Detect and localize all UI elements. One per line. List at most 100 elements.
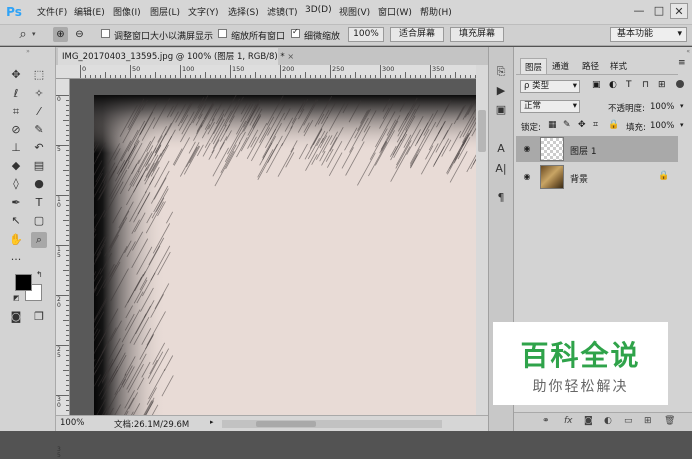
- marquee-tool-icon[interactable]: ⬚: [31, 67, 47, 83]
- filter-toggle-icon[interactable]: [676, 80, 684, 88]
- eyedropper-tool-icon[interactable]: ⁄: [31, 104, 47, 120]
- move-tool-icon[interactable]: ✥: [8, 67, 24, 83]
- eraser-tool-icon[interactable]: ◆: [8, 158, 24, 174]
- opacity-value[interactable]: 100%: [650, 102, 674, 112]
- status-zoom[interactable]: 100%: [60, 418, 84, 428]
- foreground-color-swatch[interactable]: [15, 274, 32, 291]
- dodge-tool-icon[interactable]: ●: [31, 176, 47, 192]
- quick-mask-icon[interactable]: ◙: [8, 309, 24, 325]
- fill-value[interactable]: 100%: [650, 121, 674, 131]
- zoom-tool-icon[interactable]: ⌕: [31, 232, 47, 248]
- adjustment-layer-icon[interactable]: ◐: [604, 416, 612, 426]
- swap-colors-icon[interactable]: ↰: [36, 270, 43, 279]
- fill-screen-button[interactable]: 填充屏幕: [450, 27, 504, 42]
- hand-tool-icon[interactable]: ✋: [8, 232, 24, 248]
- layer-row-background[interactable]: ◉ 背景 🔒: [516, 164, 678, 190]
- brush-tool-icon[interactable]: ✎: [31, 122, 47, 138]
- maximize-button[interactable]: □: [650, 3, 668, 19]
- menu-3d[interactable]: 3D(D): [305, 5, 332, 15]
- visibility-eye-icon[interactable]: ◉: [522, 172, 532, 182]
- blend-mode-select[interactable]: 正常 ▾: [520, 100, 580, 113]
- paragraph-panel-icon[interactable]: ¶: [492, 189, 510, 207]
- lock-artboard-icon[interactable]: ⌗: [593, 120, 598, 130]
- screen-mode-icon[interactable]: ❐: [31, 309, 47, 325]
- delete-layer-icon[interactable]: 🗑: [664, 416, 675, 426]
- type-tool-icon[interactable]: T: [31, 195, 47, 211]
- zoom-tool-preset-icon[interactable]: ⌕: [14, 26, 32, 44]
- vertical-scrollbar-thumb[interactable]: [478, 110, 486, 152]
- new-group-icon[interactable]: ▭: [624, 416, 633, 426]
- layer-style-fx-icon[interactable]: fx: [564, 416, 573, 426]
- horizontal-scrollbar[interactable]: [222, 420, 442, 428]
- magic-wand-tool-icon[interactable]: ✧: [31, 86, 47, 102]
- chevron-down-icon[interactable]: ▾: [680, 121, 684, 129]
- visibility-eye-icon[interactable]: ◉: [522, 144, 532, 154]
- filter-shape-icon[interactable]: ⊓: [642, 80, 649, 90]
- menu-select[interactable]: 选择(S): [228, 5, 259, 18]
- character-style-icon[interactable]: A|: [492, 160, 510, 178]
- blur-tool-icon[interactable]: ◊: [8, 176, 24, 192]
- filter-pixel-icon[interactable]: ▣: [592, 80, 601, 90]
- path-selection-tool-icon[interactable]: ↖: [8, 213, 24, 229]
- lock-position-icon[interactable]: ✥: [578, 120, 586, 130]
- menu-edit[interactable]: 编辑(E): [74, 5, 105, 18]
- history-panel-icon[interactable]: ⎘: [492, 63, 510, 81]
- close-document-icon[interactable]: ×: [287, 52, 294, 61]
- filter-smart-object-icon[interactable]: ⊞: [658, 80, 666, 90]
- layer-name[interactable]: 背景: [570, 172, 588, 185]
- document-pasteboard[interactable]: [70, 79, 476, 415]
- actions-panel-icon[interactable]: ▶: [492, 82, 510, 100]
- workspace-select[interactable]: 基本功能 ▾: [610, 27, 687, 42]
- filter-type-icon[interactable]: T: [626, 80, 632, 90]
- zoom-100-button[interactable]: 100%: [348, 27, 384, 42]
- healing-brush-tool-icon[interactable]: ⊘: [8, 122, 24, 138]
- menu-type[interactable]: 文字(Y): [188, 5, 219, 18]
- properties-panel-icon[interactable]: ▣: [492, 101, 510, 119]
- pen-tool-icon[interactable]: ✒: [8, 195, 24, 211]
- add-mask-icon[interactable]: ◙: [584, 416, 593, 426]
- status-menu-icon[interactable]: ▸: [210, 418, 214, 426]
- tab-layers[interactable]: 图层: [520, 58, 547, 75]
- new-layer-icon[interactable]: ⊞: [644, 416, 652, 426]
- crop-tool-icon[interactable]: ⌗: [8, 104, 24, 120]
- tab-channels[interactable]: 通道: [548, 58, 573, 74]
- horizontal-scrollbar-thumb[interactable]: [256, 421, 316, 427]
- lock-transparent-icon[interactable]: ▦: [548, 120, 557, 130]
- menu-image[interactable]: 图像(I): [113, 5, 141, 18]
- minimize-button[interactable]: —: [630, 3, 648, 19]
- menu-layer[interactable]: 图层(L): [150, 5, 180, 18]
- history-brush-tool-icon[interactable]: ↶: [31, 140, 47, 156]
- chevron-down-icon[interactable]: ▾: [32, 30, 36, 38]
- document-tab[interactable]: IMG_20170403_13595.jpg @ 100% (图层 1, RGB…: [58, 48, 278, 65]
- character-panel-icon[interactable]: A: [492, 140, 510, 158]
- resize-windows-checkbox[interactable]: [101, 29, 110, 38]
- panel-menu-icon[interactable]: ≡: [678, 58, 686, 68]
- rectangle-tool-icon[interactable]: ▢: [31, 213, 47, 229]
- menu-view[interactable]: 视图(V): [339, 5, 370, 18]
- menu-window[interactable]: 窗口(W): [378, 5, 412, 18]
- layer-filter-kind-select[interactable]: ρ 类型 ▾: [520, 80, 580, 93]
- chevron-down-icon[interactable]: ▾: [680, 102, 684, 110]
- lock-image-icon[interactable]: ✎: [563, 120, 571, 130]
- filter-adjustment-icon[interactable]: ◐: [609, 80, 617, 90]
- panel-collapse-icon[interactable]: «: [514, 48, 692, 56]
- lock-all-icon[interactable]: 🔒: [608, 120, 619, 130]
- default-colors-icon[interactable]: ◩: [13, 294, 20, 302]
- panel-collapse-icon[interactable]: »: [0, 49, 56, 55]
- zoom-all-checkbox[interactable]: [218, 29, 227, 38]
- more-tools-icon[interactable]: ···: [8, 252, 24, 268]
- clone-stamp-tool-icon[interactable]: ⊥: [8, 140, 24, 156]
- close-button[interactable]: ✕: [670, 3, 688, 19]
- zoom-out-icon[interactable]: ⊖: [72, 27, 87, 42]
- menu-help[interactable]: 帮助(H): [420, 5, 452, 18]
- zoom-in-icon[interactable]: ⊕: [53, 27, 68, 42]
- tab-styles[interactable]: 样式: [606, 58, 631, 74]
- lasso-tool-icon[interactable]: ℓ: [8, 86, 24, 102]
- link-layers-icon[interactable]: ⚭: [542, 416, 550, 426]
- scrubby-zoom-checkbox[interactable]: [291, 29, 300, 38]
- tab-paths[interactable]: 路径: [578, 58, 603, 74]
- image-canvas[interactable]: [94, 95, 476, 415]
- menu-filter[interactable]: 滤镜(T): [267, 5, 298, 18]
- fit-screen-button[interactable]: 适合屏幕: [390, 27, 444, 42]
- layer-row-layer1[interactable]: ◉ 图层 1: [516, 136, 678, 162]
